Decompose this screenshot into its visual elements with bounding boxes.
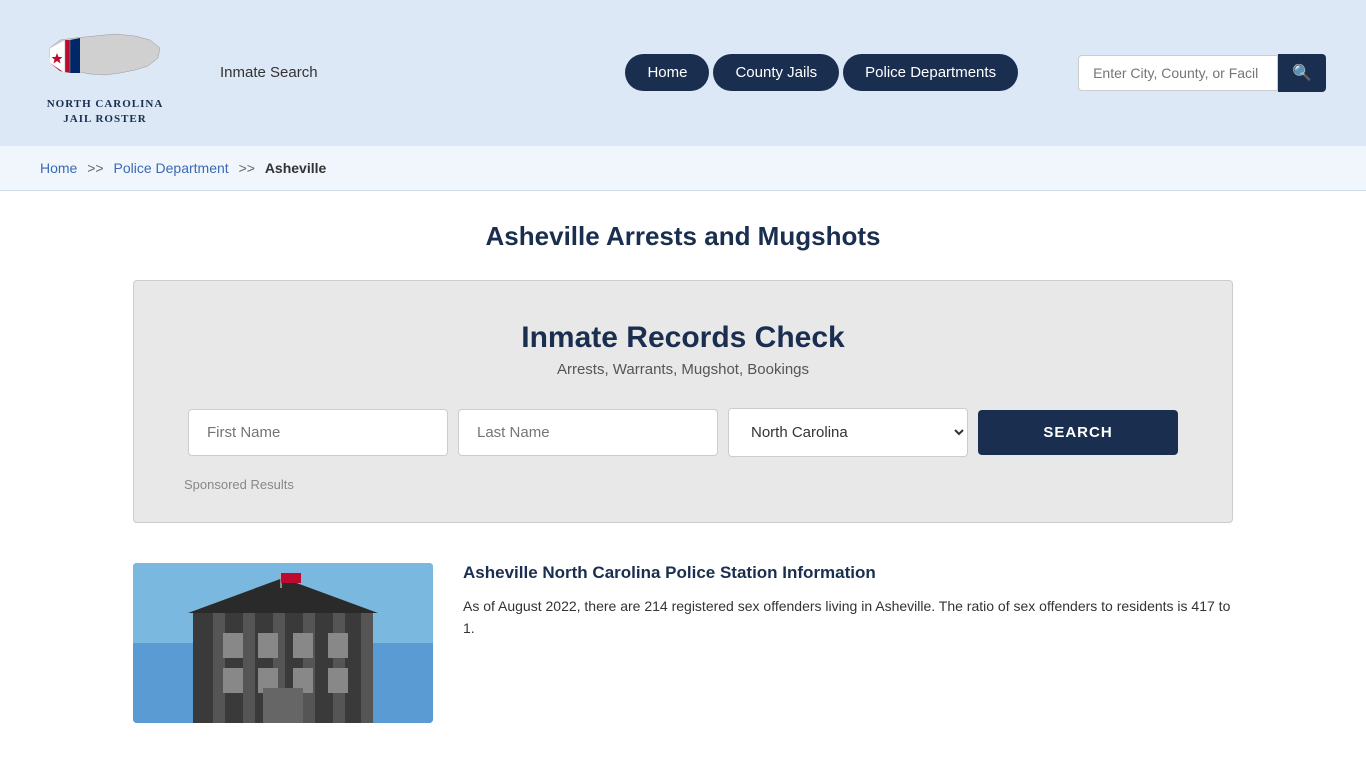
header-search-button[interactable]: 🔍 <box>1278 54 1326 92</box>
breadcrumb-current: Asheville <box>265 160 326 176</box>
logo-text: NORTH CAROLINA JAIL ROSTER <box>47 97 164 128</box>
site-logo[interactable]: NORTH CAROLINA JAIL ROSTER <box>40 18 170 128</box>
breadcrumb-sep-2: >> <box>239 160 255 176</box>
last-name-input[interactable] <box>458 409 718 456</box>
site-header: NORTH CAROLINA JAIL ROSTER Inmate Search… <box>0 0 1366 146</box>
records-title: Inmate Records Check <box>184 321 1182 355</box>
breadcrumb-sep-1: >> <box>87 160 103 176</box>
header-search-input[interactable] <box>1078 55 1278 91</box>
inmate-search-link[interactable]: Inmate Search <box>220 64 318 81</box>
records-subtitle: Arrests, Warrants, Mugshot, Bookings <box>184 361 1182 378</box>
breadcrumb-home-link[interactable]: Home <box>40 160 77 176</box>
station-info: Asheville North Carolina Police Station … <box>463 563 1233 723</box>
nav-police-departments-button[interactable]: Police Departments <box>843 54 1018 91</box>
records-search-button[interactable]: SEARCH <box>978 410 1178 455</box>
breadcrumb-police-dept-link[interactable]: Police Department <box>114 160 229 176</box>
main-nav: Home County Jails Police Departments <box>625 54 1018 91</box>
nav-county-jails-button[interactable]: County Jails <box>713 54 839 91</box>
state-select[interactable]: North Carolina <box>728 408 968 457</box>
search-icon: 🔍 <box>1292 65 1312 82</box>
sponsored-label: Sponsored Results <box>184 477 1182 492</box>
station-description: As of August 2022, there are 214 registe… <box>463 595 1233 640</box>
records-search-form: North Carolina SEARCH <box>184 408 1182 457</box>
breadcrumb-bar: Home >> Police Department >> Asheville <box>0 146 1366 191</box>
page-title: Asheville Arrests and Mugshots <box>40 221 1326 252</box>
first-name-input[interactable] <box>188 409 448 456</box>
station-title: Asheville North Carolina Police Station … <box>463 563 1233 583</box>
main-content: Asheville Arrests and Mugshots Inmate Re… <box>0 191 1366 753</box>
nav-home-button[interactable]: Home <box>625 54 709 91</box>
breadcrumb: Home >> Police Department >> Asheville <box>40 160 1326 176</box>
bottom-section: Asheville North Carolina Police Station … <box>133 553 1233 723</box>
header-search-bar: 🔍 <box>1078 54 1326 92</box>
nc-map-icon <box>40 18 170 93</box>
station-image <box>133 563 433 723</box>
records-check-box: Inmate Records Check Arrests, Warrants, … <box>133 280 1233 523</box>
